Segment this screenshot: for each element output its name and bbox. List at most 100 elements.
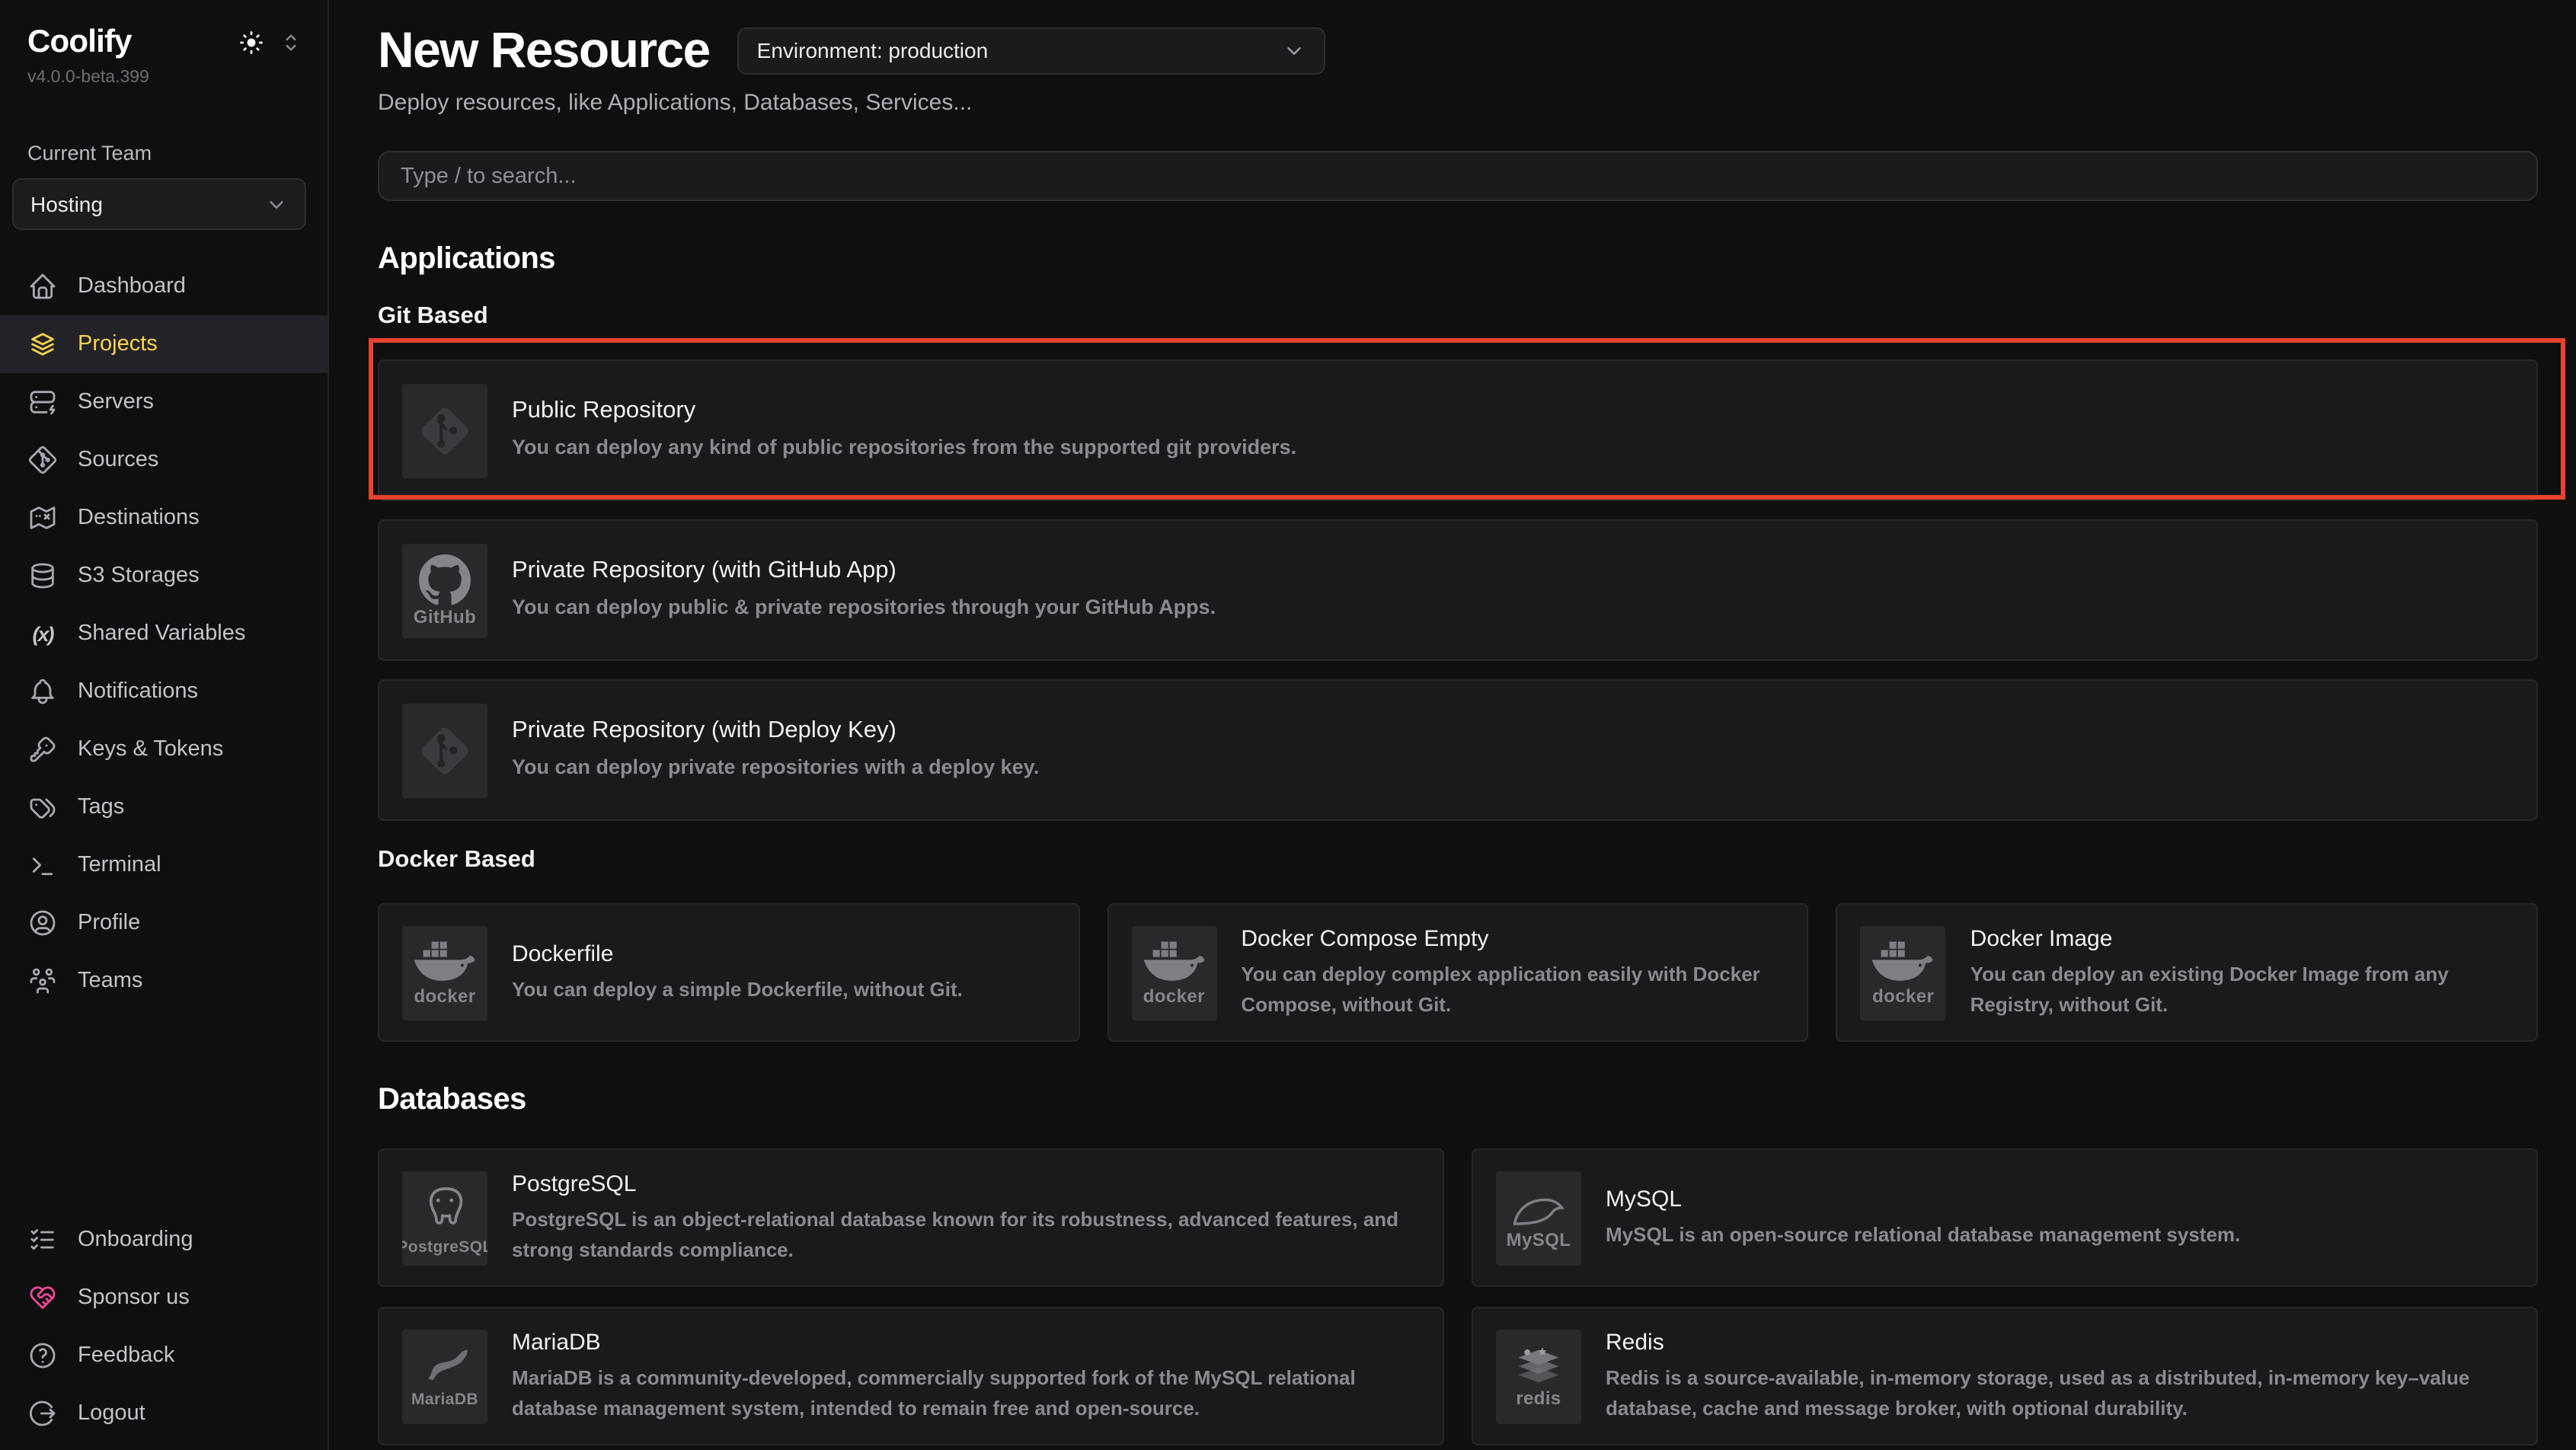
parentheses-x-icon: (x) [27,622,58,645]
card-title: MariaDB [512,1330,1420,1356]
git-diamond-icon [27,445,58,475]
card-title: Public Repository [512,398,1296,425]
layers-icon [27,329,58,359]
page-title: New Resource [378,21,710,79]
theme-selector-icon[interactable] [279,30,303,55]
docker-icon: docker [402,925,487,1020]
sidebar-item-logout[interactable]: Logout [0,1385,328,1442]
card-title: Redis [1606,1330,2514,1356]
sidebar-item-sponsor-us[interactable]: Sponsor us [0,1269,328,1327]
environment-select[interactable]: Environment: production [737,27,1325,74]
app-logo: Coolify [27,24,132,61]
redis-wordmark: redis [1516,1389,1561,1407]
sidebar-item-s3-storages[interactable]: S3 Storages [0,547,328,605]
checklist-icon [27,1225,58,1255]
help-circle-icon [27,1340,58,1371]
environment-select-value: Environment: production [757,38,989,62]
logout-icon [27,1398,58,1429]
card-public-repository[interactable]: Public Repository You can deploy any kin… [378,359,2538,501]
team-select-value: Hosting [30,192,103,216]
sidebar-item-servers[interactable]: Servers [0,373,328,431]
main-content: New Resource Environment: production Dep… [329,0,2576,1450]
page-subtitle: Deploy resources, like Applications, Dat… [378,90,2538,116]
sidebar-item-shared-variables[interactable]: (x) Shared Variables [0,605,328,663]
chevron-down-icon [1283,39,1306,62]
card-title: Private Repository (with GitHub App) [512,557,1216,585]
team-select[interactable]: Hosting [12,178,306,230]
sidebar-item-onboarding[interactable]: Onboarding [0,1211,328,1269]
card-title: Dockerfile [512,941,963,967]
github-wordmark: GitHub [414,608,476,626]
card-description: MariaDB is a community-developed, commer… [512,1363,1420,1423]
card-docker-compose-empty[interactable]: docker Docker Compose Empty You can depl… [1107,903,1808,1042]
current-team-label: Current Team [0,142,328,164]
app-root: Coolify v4.0.0-beta.399 Current Team Hos… [0,0,2576,1450]
card-private-repository-deploy-key[interactable]: Private Repository (with Deploy Key) You… [378,679,2538,821]
card-redis[interactable]: redis Redis Redis is a source-available,… [1472,1307,2538,1445]
card-description: Redis is a source-available, in-memory s… [1606,1363,2514,1423]
applications-heading: Applications [378,242,2538,277]
card-description: You can deploy an existing Docker Image … [1970,960,2514,1019]
sidebar-item-teams[interactable]: Teams [0,952,328,1010]
sidebar-item-notifications[interactable]: Notifications [0,663,328,720]
user-circle-icon [27,908,58,938]
terminal-icon [27,850,58,880]
card-postgresql[interactable]: PostgreSQL PostgreSQL PostgreSQL is an o… [378,1148,1444,1287]
users-group-icon [27,966,58,996]
chevron-down-icon [265,193,288,216]
github-icon: GitHub [402,543,487,637]
card-description: You can deploy complex application easil… [1241,960,1784,1019]
sidebar-item-destinations[interactable]: Destinations [0,489,328,547]
postgresql-wordmark: PostgreSQL [402,1240,487,1256]
sidebar-item-projects[interactable]: Projects [0,315,328,373]
card-mysql[interactable]: MySQL MySQL MySQL is an open-source rela… [1472,1148,2538,1287]
docker-icon: docker [1861,925,1946,1020]
card-mariadb[interactable]: MariaDB MariaDB MariaDB is a community-d… [378,1307,1444,1445]
sidebar-item-feedback[interactable]: Feedback [0,1327,328,1385]
sidebar-nav: Dashboard Projects Servers Sources Desti… [0,257,328,1010]
server-icon [27,387,58,417]
card-title: Docker Image [1970,926,2514,952]
card-title: Docker Compose Empty [1241,926,1784,952]
redis-icon: redis [1496,1329,1581,1423]
sidebar-item-dashboard[interactable]: Dashboard [0,257,328,315]
mysql-icon: MySQL [1496,1171,1581,1265]
docker-wordmark: docker [1143,987,1205,1005]
database-icon [27,561,58,591]
git-icon [402,703,487,797]
card-title: Private Repository (with Deploy Key) [512,717,1039,745]
sidebar-item-sources[interactable]: Sources [0,431,328,489]
git-based-heading: Git Based [378,303,2538,331]
docker-based-heading: Docker Based [378,847,2538,874]
key-icon [27,734,58,765]
sidebar-item-terminal[interactable]: Terminal [0,836,328,894]
card-description: You can deploy any kind of public reposi… [512,433,1296,464]
heart-handshake-icon [27,1282,58,1313]
card-title: PostgreSQL [512,1171,1420,1197]
card-dockerfile[interactable]: docker Dockerfile You can deploy a simpl… [378,903,1079,1042]
mariadb-wordmark: MariaDB [411,1392,478,1408]
sidebar: Coolify v4.0.0-beta.399 Current Team Hos… [0,0,329,1450]
card-description: You can deploy a simple Dockerfile, with… [512,975,963,1004]
docker-icon: docker [1131,925,1216,1020]
git-card-list: Public Repository You can deploy any kin… [378,359,2538,821]
card-private-repository-github-app[interactable]: GitHub Private Repository (with GitHub A… [378,519,2538,661]
sidebar-footer-nav: Onboarding Sponsor us Feedback Logout [0,1211,328,1450]
mysql-wordmark: MySQL [1507,1231,1571,1249]
sidebar-item-keys-tokens[interactable]: Keys & Tokens [0,720,328,778]
card-description: PostgreSQL is an object-relational datab… [512,1205,1420,1264]
card-docker-image[interactable]: docker Docker Image You can deploy an ex… [1836,903,2538,1042]
card-description: You can deploy private repositories with… [512,752,1039,784]
card-description: MySQL is an open-source relational datab… [1606,1220,2240,1250]
card-description: You can deploy public & private reposito… [512,592,1216,624]
sidebar-item-profile[interactable]: Profile [0,894,328,952]
postgresql-icon: PostgreSQL [402,1171,487,1265]
search-input[interactable] [378,151,2538,201]
sidebar-item-tags[interactable]: Tags [0,778,328,836]
git-icon [402,383,487,477]
database-card-list: PostgreSQL PostgreSQL PostgreSQL is an o… [378,1148,2538,1445]
card-title: MySQL [1606,1187,2240,1212]
bell-icon [27,676,58,707]
theme-sun-icon[interactable] [238,29,265,56]
docker-wordmark: docker [1872,987,1934,1005]
